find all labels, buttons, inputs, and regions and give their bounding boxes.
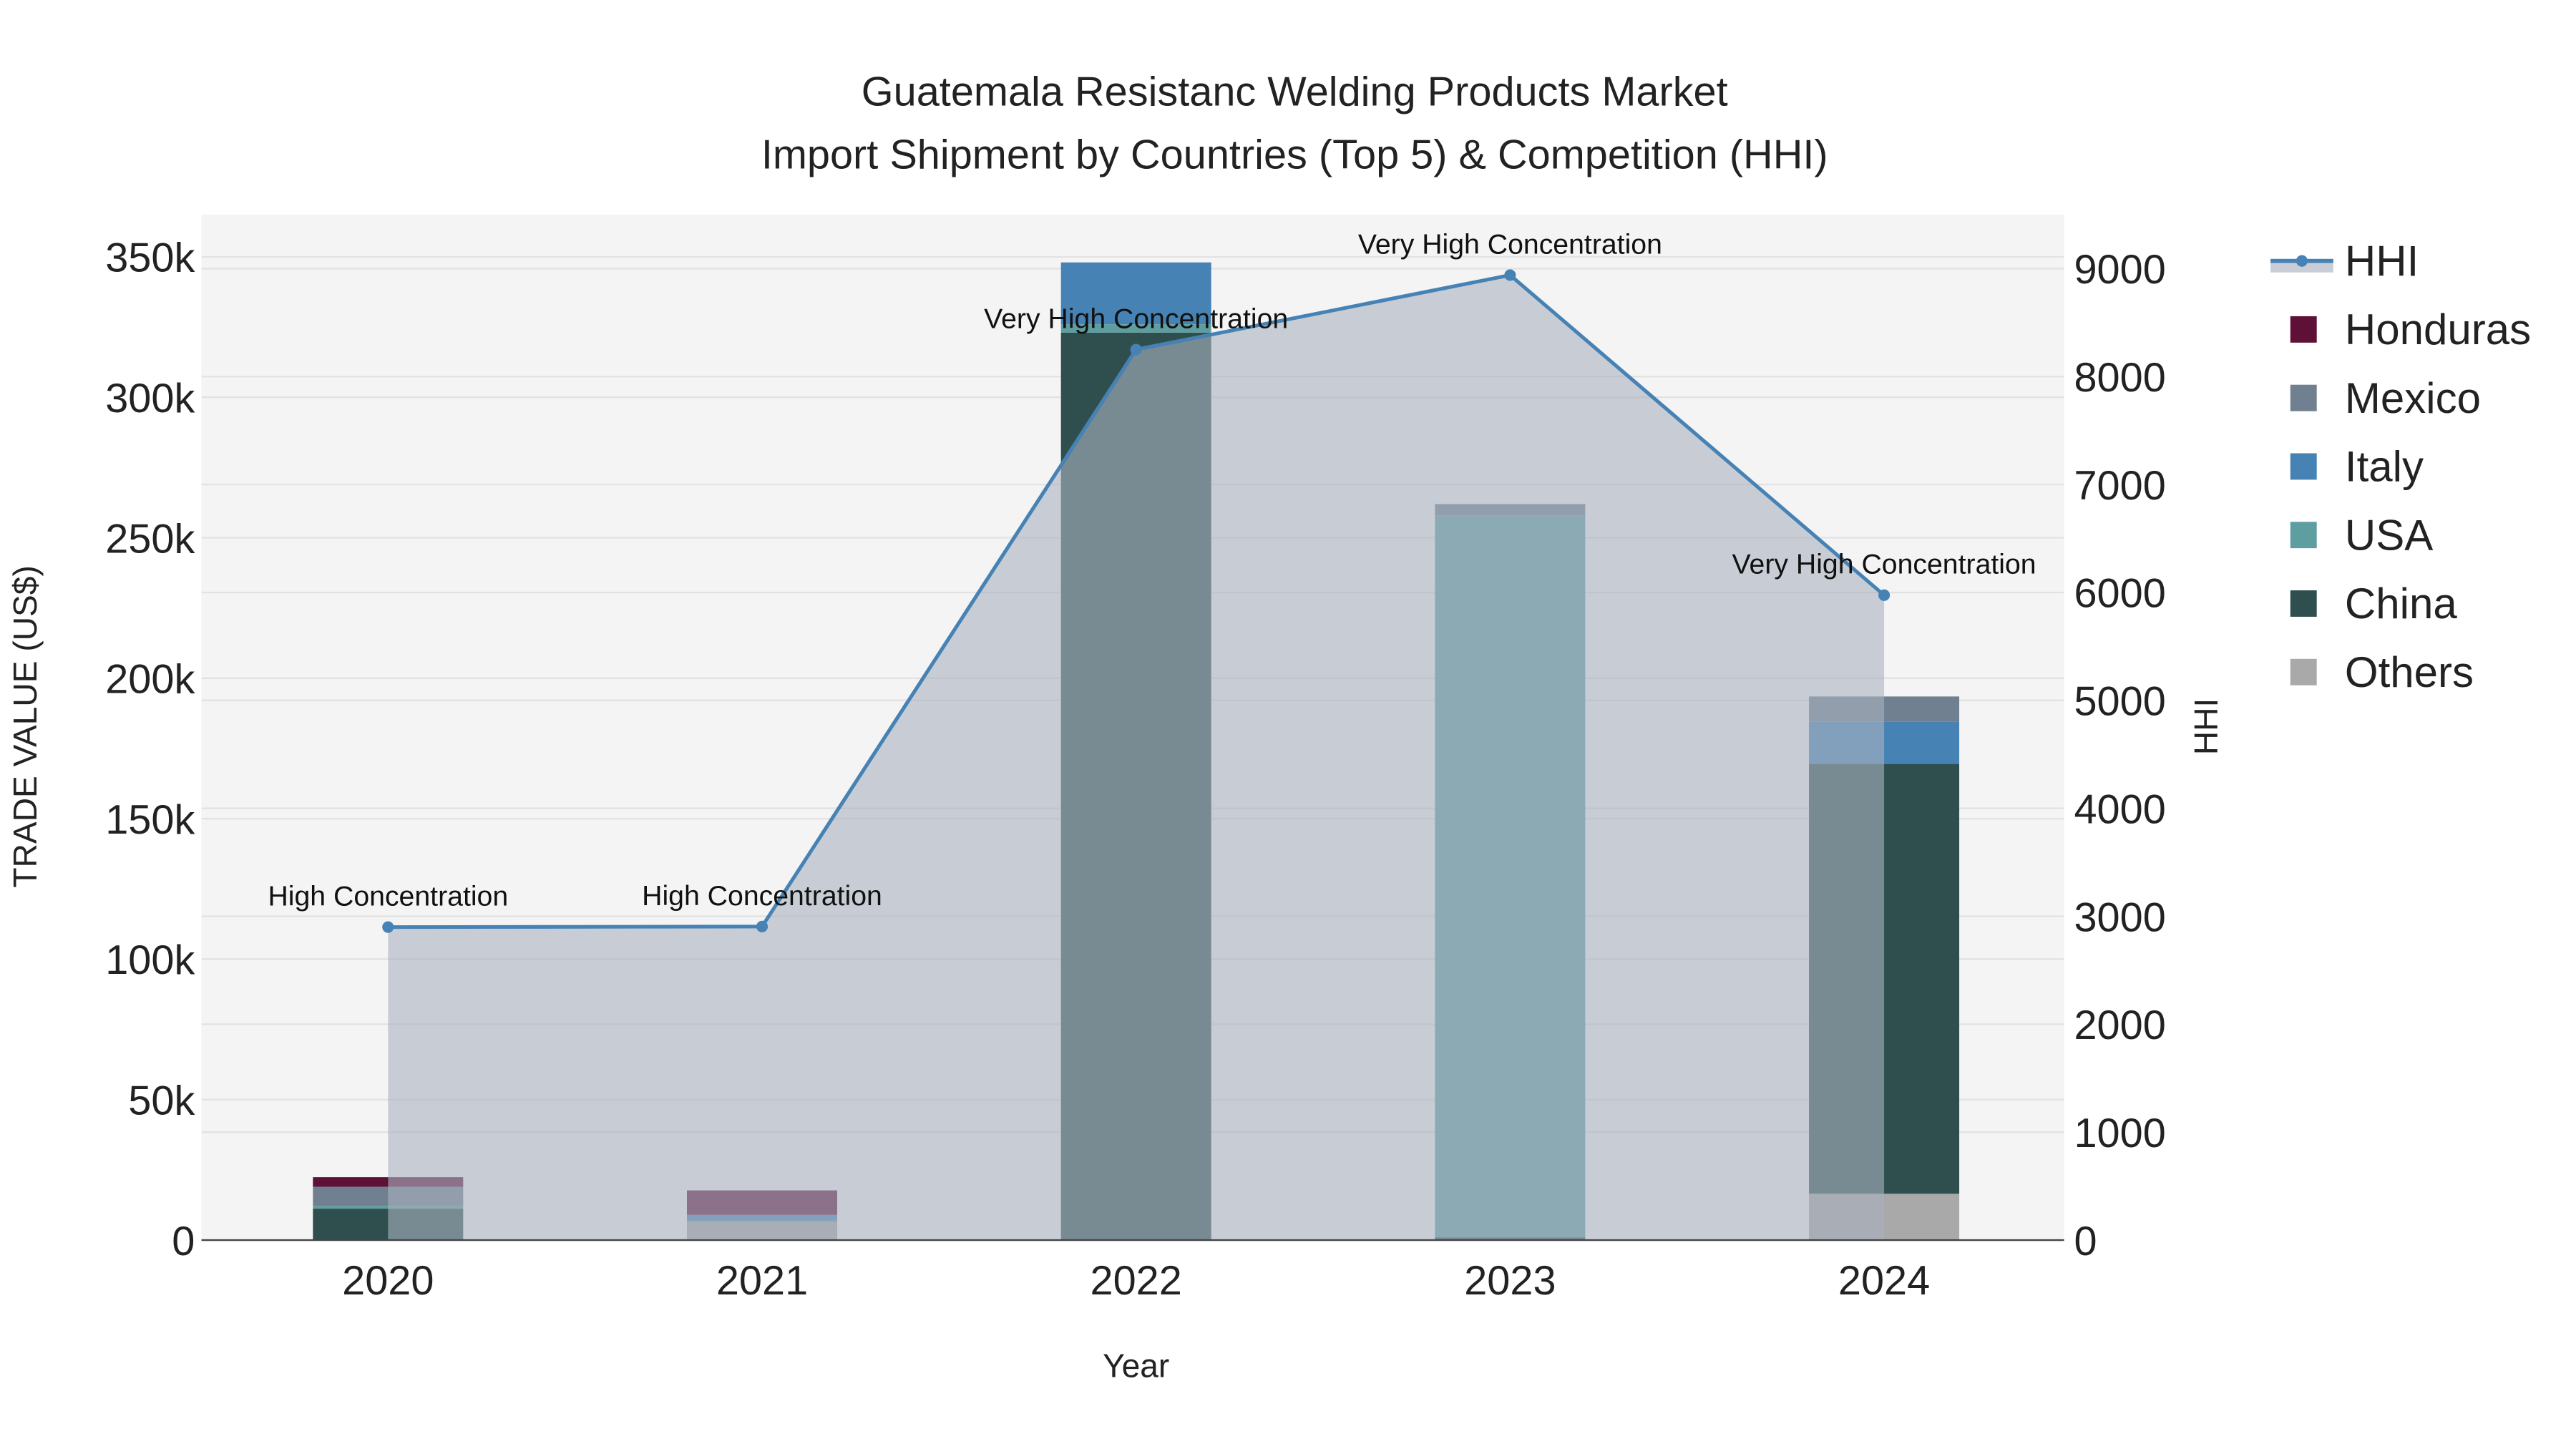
y-tick-label: 100k — [105, 937, 195, 983]
legend-label-italy: Italy — [2345, 443, 2424, 491]
y2-axis-label: HHI — [2187, 698, 2225, 755]
legend-label-hhi: HHI — [2345, 237, 2419, 285]
chart-title: Guatemala Resistanc Welding Products Mar… — [862, 69, 1728, 115]
hhi-point-2022 — [1130, 343, 1142, 356]
y-tick-label: 150k — [105, 797, 195, 843]
x-tick-label: 2021 — [716, 1258, 808, 1304]
legend-label-honduras: Honduras — [2345, 306, 2531, 353]
hhi-annotation: Very High Concentration — [1732, 549, 2036, 580]
x-tick-label: 2023 — [1464, 1258, 1556, 1304]
y2-tick-label: 4000 — [2074, 786, 2165, 832]
x-axis-label: Year — [1103, 1347, 1169, 1385]
hhi-point-2021 — [756, 920, 769, 932]
hhi-point-2023 — [1504, 269, 1516, 281]
legend-label-usa: USA — [2345, 511, 2433, 559]
y2-tick-label: 7000 — [2074, 463, 2165, 509]
legend-label-china: China — [2345, 580, 2457, 628]
y-tick-label: 300k — [105, 376, 195, 421]
x-tick-label: 2022 — [1091, 1258, 1182, 1304]
x-tick-label: 2020 — [342, 1258, 434, 1304]
hhi-point-2020 — [382, 921, 394, 933]
legend-swatch-usa — [2290, 522, 2317, 549]
y-tick-label: 250k — [105, 516, 195, 562]
y2-tick-label: 0 — [2074, 1219, 2097, 1264]
chart: High Concentration High Concentration Very… — [6, 69, 2531, 1385]
legend-swatch-honduras — [2290, 316, 2317, 343]
y2-tick-label: 6000 — [2074, 571, 2165, 617]
y2-tick-label: 3000 — [2074, 894, 2165, 940]
hhi-annotation: Very High Concentration — [984, 303, 1288, 335]
y2-tick-label: 1000 — [2074, 1111, 2165, 1156]
legend-swatch-others — [2290, 658, 2317, 686]
y2-tick-label: 5000 — [2074, 679, 2165, 725]
legend-swatch-mexico — [2290, 384, 2317, 411]
hhi-annotation: High Concentration — [642, 880, 882, 912]
y2-tick-label: 2000 — [2074, 1002, 2165, 1048]
y-axis-label: TRADE VALUE (US$) — [6, 565, 44, 887]
y-tick-label: 50k — [128, 1078, 195, 1124]
y2-tick-label: 9000 — [2074, 247, 2165, 293]
y-tick-label: 350k — [105, 235, 195, 281]
hhi-annotation: High Concentration — [268, 881, 508, 912]
legend: HHI Honduras Mexico Italy USA China Others — [2270, 237, 2531, 696]
y-tick-label: 200k — [105, 657, 195, 703]
y-tick-label: 0 — [172, 1219, 195, 1264]
legend-marker-hhi — [2296, 255, 2308, 267]
hhi-annotation: Very High Concentration — [1358, 228, 1662, 260]
hhi-point-2024 — [1878, 589, 1890, 601]
y2-tick-label: 8000 — [2074, 355, 2165, 401]
legend-label-others: Others — [2345, 648, 2474, 696]
chart-subtitle: Import Shipment by Countries (Top 5) & C… — [761, 132, 1828, 177]
legend-swatch-italy — [2290, 453, 2317, 480]
legend-label-mexico: Mexico — [2345, 374, 2481, 422]
x-tick-label: 2024 — [1838, 1258, 1930, 1304]
legend-swatch-china — [2290, 590, 2317, 617]
